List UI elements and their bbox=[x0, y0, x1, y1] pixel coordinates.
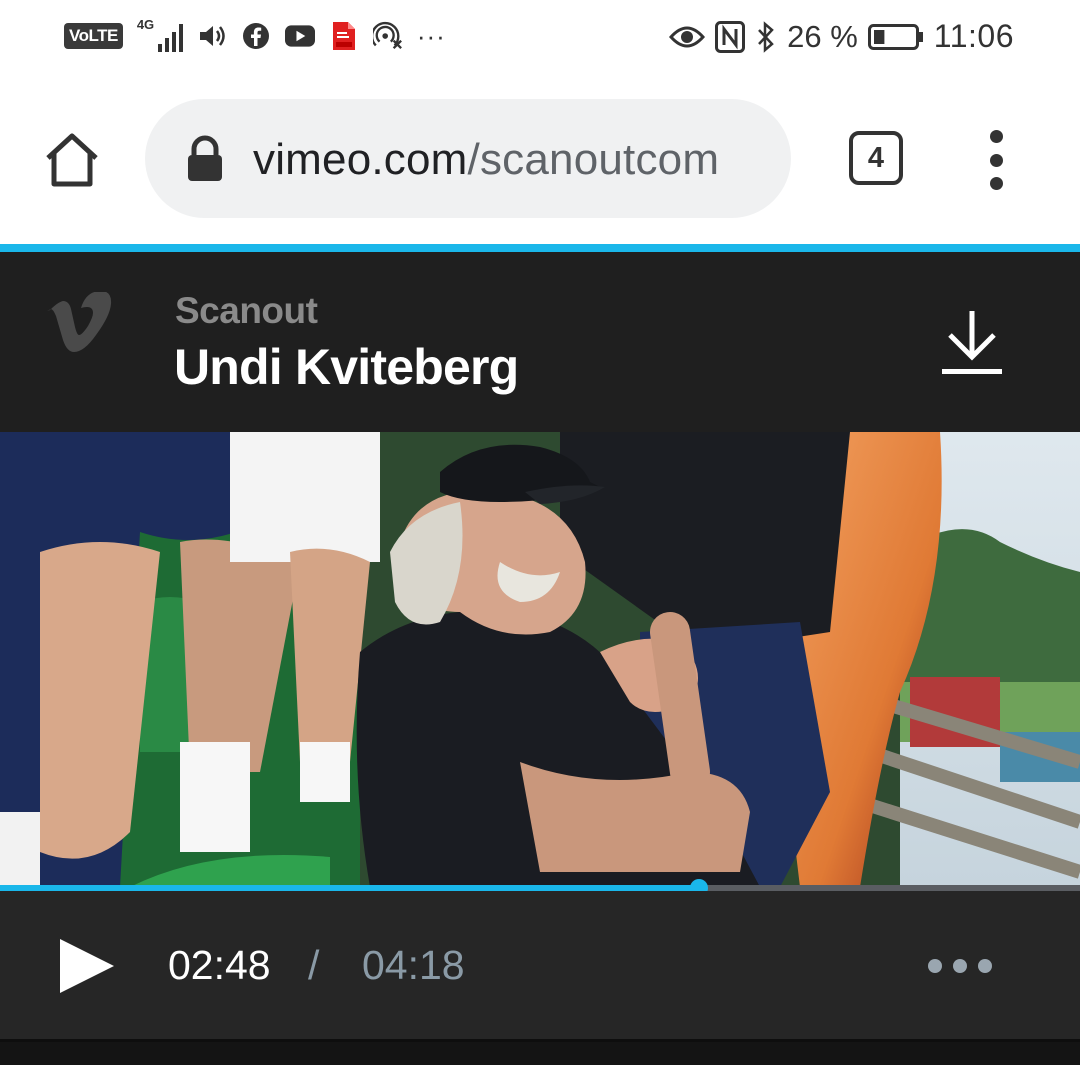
play-icon bbox=[60, 939, 114, 993]
tab-count: 4 bbox=[867, 141, 885, 174]
url-path: /scanoutcom bbox=[467, 135, 720, 184]
url-text[interactable]: vimeo.com/scanoutcom bbox=[253, 135, 719, 185]
eye-icon bbox=[669, 22, 706, 52]
signal-4g-icon: 4G bbox=[137, 18, 183, 54]
status-bar-left: VoLTE 4G ··· bbox=[64, 18, 446, 54]
volte-indicator: VoLTE bbox=[64, 23, 123, 49]
battery-icon bbox=[867, 22, 924, 52]
more-dot bbox=[928, 959, 942, 973]
address-bar[interactable]: vimeo.com/scanoutcom bbox=[145, 99, 791, 218]
channel-name[interactable]: Scanout bbox=[175, 290, 318, 332]
menu-dot bbox=[989, 177, 1003, 190]
page-accent-line bbox=[0, 244, 1080, 252]
more-notifications-icon: ··· bbox=[416, 20, 446, 51]
time-separator: / bbox=[308, 942, 320, 988]
pdf-file-icon bbox=[329, 21, 359, 51]
download-icon bbox=[942, 311, 1002, 374]
video-player: Scanout Undi Kviteberg 02:48 / 04:18 bbox=[0, 252, 1080, 1065]
play-button[interactable] bbox=[58, 937, 116, 995]
video-title[interactable]: Undi Kviteberg bbox=[174, 338, 519, 396]
tab-switcher-button[interactable]: 4 bbox=[849, 131, 903, 185]
lock-icon bbox=[185, 135, 225, 185]
video-frame[interactable] bbox=[0, 432, 1080, 887]
volume-icon bbox=[197, 21, 227, 51]
download-button[interactable] bbox=[938, 307, 1006, 377]
clock: 11:06 bbox=[933, 18, 1014, 54]
nfc-icon bbox=[715, 20, 746, 53]
status-bar: VoLTE 4G ··· 26 % 11:06 bbox=[0, 0, 1080, 78]
current-time: 02:48 bbox=[168, 942, 271, 988]
bluetooth-icon bbox=[755, 20, 777, 53]
more-dot bbox=[953, 959, 967, 973]
duration: 04:18 bbox=[362, 942, 465, 988]
player-bottom-edge bbox=[0, 1039, 1080, 1065]
browser-toolbar: vimeo.com/scanoutcom 4 bbox=[0, 78, 1080, 244]
menu-dot bbox=[989, 153, 1003, 167]
more-dot bbox=[978, 959, 992, 973]
home-icon bbox=[46, 133, 98, 187]
home-button[interactable] bbox=[40, 128, 104, 192]
youtube-icon bbox=[284, 21, 315, 51]
more-options-button[interactable] bbox=[928, 957, 992, 975]
browser-menu-button[interactable] bbox=[980, 130, 1012, 190]
vimeo-logo-icon[interactable] bbox=[46, 291, 114, 356]
status-bar-right: 26 % 11:06 bbox=[669, 18, 1014, 55]
battery-percent: 26 % bbox=[787, 18, 858, 54]
player-controls: 02:48 / 04:18 bbox=[0, 891, 1080, 1039]
hotspot-icon bbox=[372, 21, 403, 51]
video-still-image bbox=[0, 432, 1080, 887]
facebook-icon bbox=[241, 21, 271, 51]
menu-dot bbox=[989, 130, 1003, 143]
url-domain: vimeo.com bbox=[253, 135, 468, 184]
